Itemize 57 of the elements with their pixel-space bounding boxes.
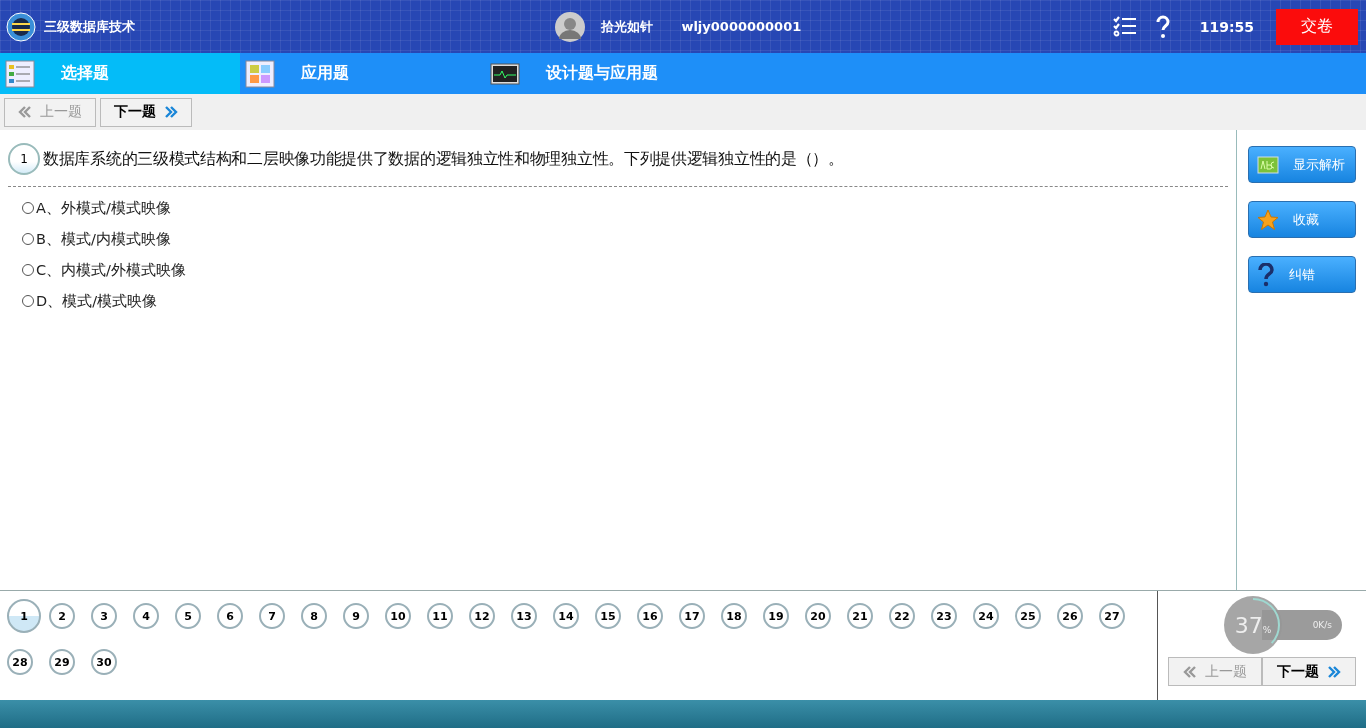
question-number-button[interactable]: 10	[385, 603, 411, 629]
question-number-button[interactable]: 9	[343, 603, 369, 629]
question-number-button[interactable]: 24	[973, 603, 999, 629]
question-number-button[interactable]: 21	[847, 603, 873, 629]
double-chevron-left-icon	[1183, 665, 1197, 678]
question-number-button[interactable]: 25	[1015, 603, 1041, 629]
question-number-button[interactable]: 7	[259, 603, 285, 629]
next-question-button[interactable]: 下一题	[100, 97, 192, 127]
question-number-button[interactable]: 15	[595, 603, 621, 629]
question-icon	[1256, 262, 1275, 287]
question-text: 数据库系统的三级模式结构和二层映像功能提供了数据的逻辑独立性和物理独立性。下列提供逻辑独立性的是（）。	[43, 148, 844, 170]
timer: 119:55	[1199, 18, 1254, 35]
submit-button[interactable]: 交卷	[1276, 8, 1358, 45]
question-number-button[interactable]: 11	[427, 603, 453, 629]
user-id: wljy0000000001	[681, 19, 802, 34]
answer-option[interactable]: D、模式/模式映像	[22, 290, 1228, 312]
question-number-button[interactable]: 20	[805, 603, 831, 629]
question-number-button[interactable]: 4	[133, 603, 159, 629]
question-number-button[interactable]: 13	[511, 603, 537, 629]
double-chevron-right-icon	[1327, 665, 1341, 678]
question-number-button[interactable]: 30	[91, 649, 117, 675]
avatar	[555, 11, 586, 42]
question-number-button[interactable]: 8	[301, 603, 327, 629]
question-number-button[interactable]: 3	[91, 603, 117, 629]
question-number-button[interactable]: 27	[1099, 603, 1125, 629]
question-number-button[interactable]: 23	[931, 603, 957, 629]
question-number-button[interactable]: 5	[175, 603, 201, 629]
abc-icon	[1256, 155, 1279, 174]
double-chevron-right-icon	[164, 106, 178, 118]
star-icon	[1256, 208, 1279, 231]
question-number-button[interactable]: 6	[217, 603, 243, 629]
question-number-button[interactable]: 29	[49, 649, 75, 675]
next-question-button[interactable]: 下一题	[1262, 657, 1356, 686]
question-number-button[interactable]: 19	[763, 603, 789, 629]
question-number-button[interactable]: 26	[1057, 603, 1083, 629]
question-number-button[interactable]: 12	[469, 603, 495, 629]
grid-icon	[245, 59, 275, 88]
exam-title: 三级数据库技术	[44, 17, 135, 36]
percent-sign: %	[1262, 625, 1272, 635]
answer-option[interactable]: B、模式/内模式映像	[22, 228, 1228, 250]
question-number-button[interactable]: 18	[721, 603, 747, 629]
question-number-button[interactable]: 1	[7, 599, 41, 633]
user-name: 拾光如针	[601, 17, 654, 36]
logo	[6, 11, 36, 42]
question-number-button[interactable]: 17	[679, 603, 705, 629]
question-number-button[interactable]: 22	[889, 603, 915, 629]
question-number-button[interactable]: 14	[553, 603, 579, 629]
network-speed: 0K/s	[1312, 620, 1332, 630]
question-number-button[interactable]: 2	[49, 603, 75, 629]
question-number: 1	[8, 143, 40, 175]
percent-text: 37	[1234, 612, 1263, 638]
list-icon	[5, 59, 35, 88]
answer-option[interactable]: C、内模式/外模式映像	[22, 259, 1228, 281]
answer-option[interactable]: A、外模式/模式映像	[22, 197, 1228, 219]
question-number-button[interactable]: 16	[637, 603, 663, 629]
question-number-button[interactable]: 28	[7, 649, 33, 675]
double-chevron-left-icon	[18, 106, 32, 118]
